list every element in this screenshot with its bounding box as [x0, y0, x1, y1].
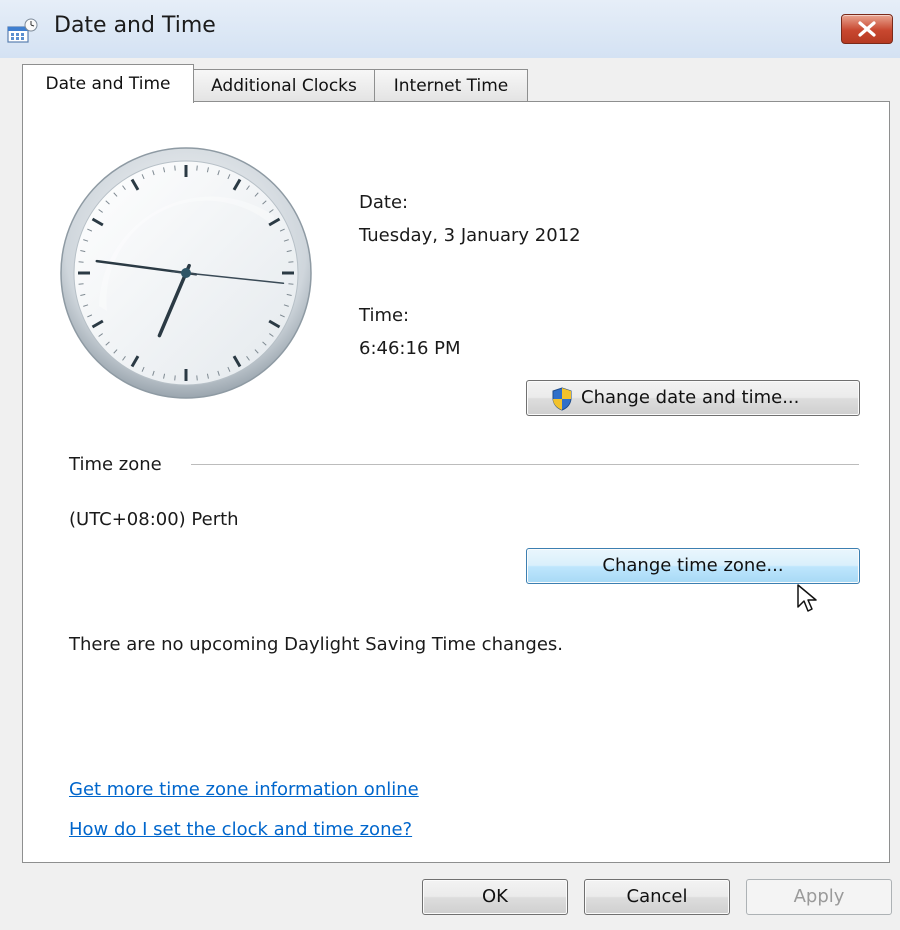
date-label: Date:	[359, 192, 409, 213]
tab-additional-clocks[interactable]: Additional Clocks	[193, 69, 375, 102]
minute-tick	[196, 165, 198, 171]
analog-clock	[60, 147, 312, 399]
time-label: Time:	[359, 305, 410, 326]
more-time-zone-info-link[interactable]: Get more time zone information online	[69, 779, 419, 800]
dst-note: There are no upcoming Daylight Saving Ti…	[69, 634, 564, 655]
section-divider	[191, 464, 859, 465]
time-zone-value: (UTC+08:00) Perth	[69, 509, 239, 530]
change-time-zone-button[interactable]: Change time zone...	[526, 548, 860, 584]
close-icon	[858, 21, 876, 37]
time-value: 6:46:16 PM	[359, 338, 461, 359]
cancel-button[interactable]: Cancel	[584, 879, 730, 915]
time-zone-section-label: Time zone	[69, 454, 162, 475]
date-time-dialog: Date and Time Date and Time Additional C…	[0, 0, 900, 930]
close-button[interactable]	[841, 14, 893, 44]
minute-tick	[288, 283, 294, 285]
change-date-and-time-label: Change date and time...	[581, 387, 800, 408]
clock-help-link[interactable]: How do I set the clock and time zone?	[69, 819, 412, 840]
clock-center	[181, 268, 191, 278]
tab-internet-time[interactable]: Internet Time	[374, 69, 528, 102]
minute-tick	[78, 283, 84, 285]
calendar-clock-icon	[6, 18, 40, 44]
mouse-pointer-icon	[797, 584, 817, 612]
title-bar[interactable]: Date and Time	[0, 0, 900, 58]
minute-tick	[196, 375, 198, 381]
date-value: Tuesday, 3 January 2012	[359, 225, 581, 246]
ok-button[interactable]: OK	[422, 879, 568, 915]
minute-tick	[288, 261, 294, 263]
window-title: Date and Time	[54, 13, 216, 38]
minute-tick	[78, 261, 84, 263]
minute-tick	[174, 165, 176, 171]
minute-tick	[174, 375, 176, 381]
uac-shield-icon	[552, 387, 572, 411]
tab-date-and-time[interactable]: Date and Time	[22, 64, 194, 103]
change-date-and-time-button[interactable]: Change date and time...	[526, 380, 860, 416]
tab-panel: Date: Tuesday, 3 January 2012 Time: 6:46…	[22, 101, 890, 863]
apply-button[interactable]: Apply	[746, 879, 892, 915]
